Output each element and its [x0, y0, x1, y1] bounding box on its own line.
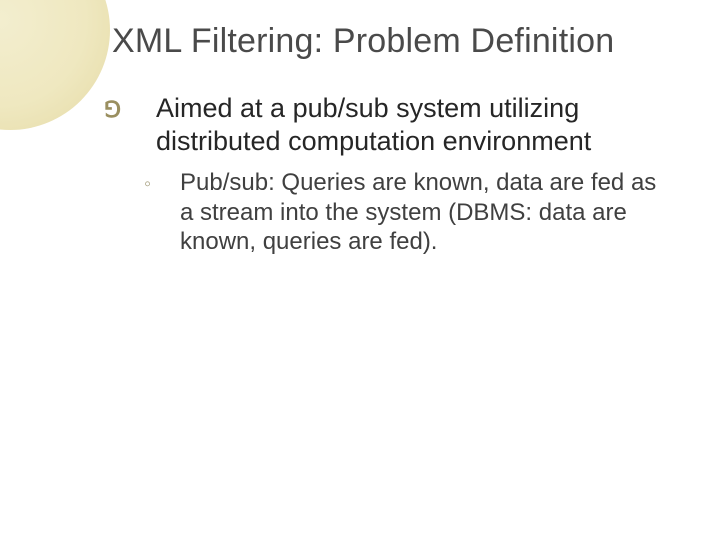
bullet-level-2-text: Pub/sub: Queries are known, data are fed…	[180, 169, 656, 256]
slide-title: XML Filtering: Problem Definition	[112, 22, 690, 61]
bullet-level-1: ⅁Aimed at a pub/sub system utilizing dis…	[130, 92, 660, 158]
ring-bullet-icon: ◦	[162, 172, 180, 197]
slide-body: ⅁Aimed at a pub/sub system utilizing dis…	[130, 92, 660, 257]
bullet-level-1-text: Aimed at a pub/sub system utilizing dist…	[156, 93, 591, 156]
bullet-level-2: ◦Pub/sub: Queries are known, data are fe…	[148, 168, 660, 257]
script-bullet-icon: ⅁	[130, 97, 156, 124]
decorative-corner-circle	[0, 0, 110, 130]
